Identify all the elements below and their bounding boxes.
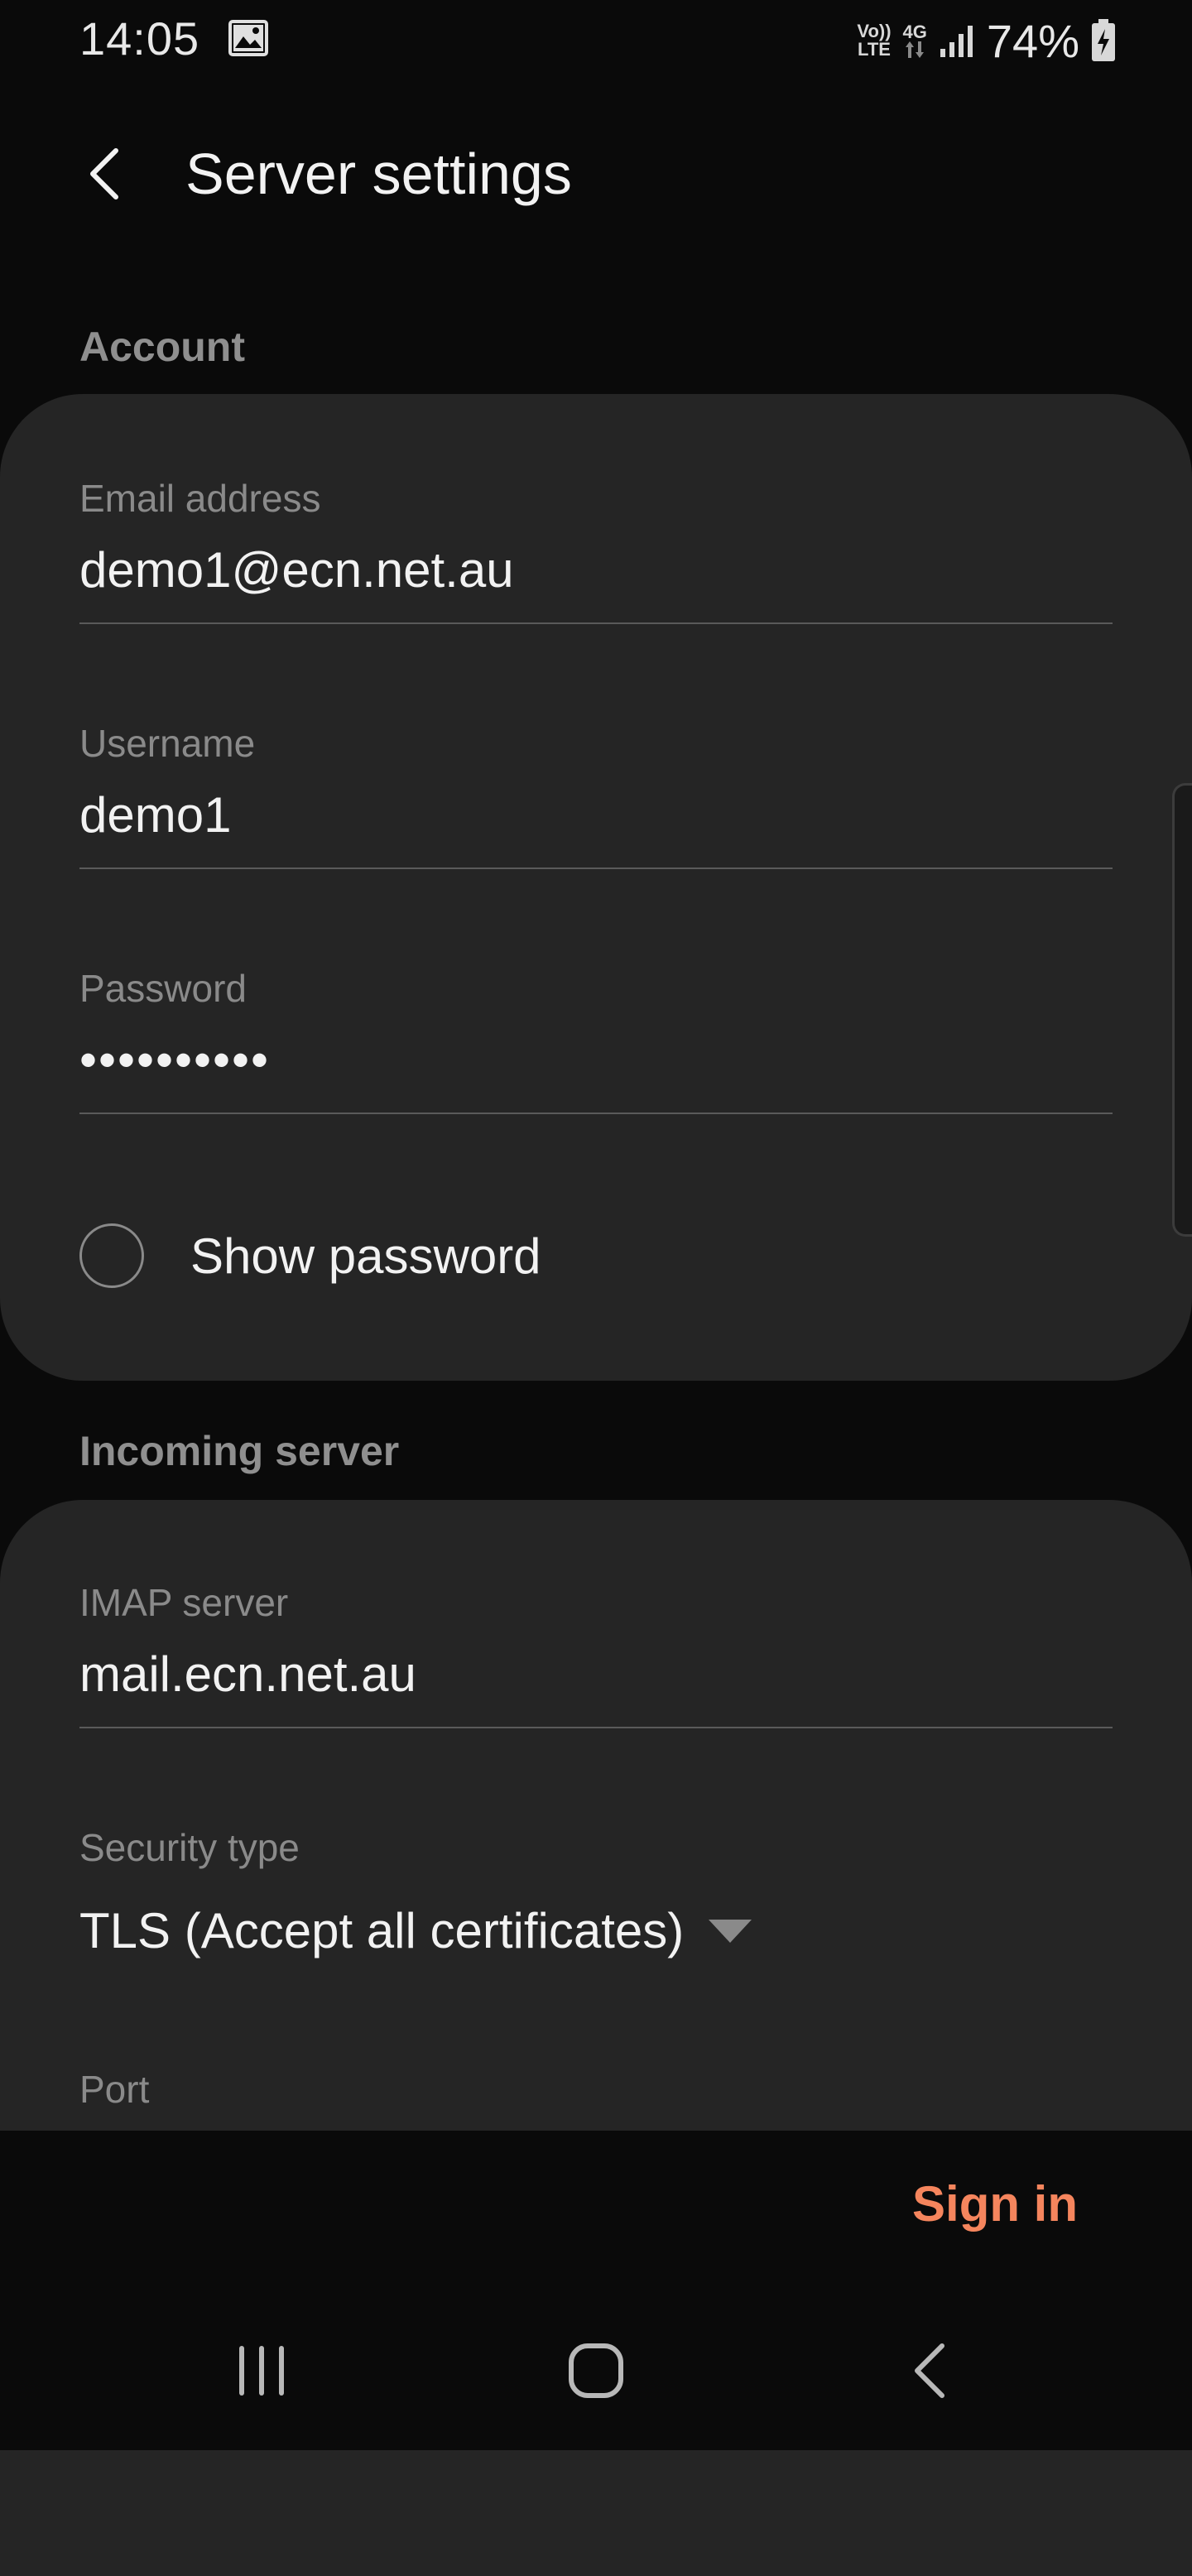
username-label: Username	[79, 722, 256, 765]
dropdown-arrow-icon	[709, 1919, 752, 1943]
status-time: 14:05	[79, 12, 200, 65]
battery-charging-icon	[1092, 19, 1115, 61]
recents-icon	[239, 2346, 284, 2396]
scrollbar[interactable]	[1172, 783, 1192, 1237]
status-bar: 14:05 Vo)) LTE 4G 74%	[0, 0, 1192, 79]
bottom-action-bar: Sign in	[0, 2131, 1192, 2296]
nav-back-icon	[915, 2343, 944, 2398]
email-underline	[79, 622, 1113, 624]
username-field[interactable]: Username demo1	[79, 718, 1113, 869]
home-icon	[569, 2343, 623, 2398]
recents-button[interactable]	[212, 2329, 311, 2412]
imap-input[interactable]: mail.ecn.net.au	[79, 1646, 1113, 1704]
checkbox-circle-icon[interactable]	[79, 1223, 144, 1288]
signal-icon	[940, 26, 973, 57]
nav-back-button[interactable]	[879, 2329, 978, 2412]
show-password-label[interactable]: Show password	[190, 1228, 541, 1285]
password-input[interactable]: ••••••••••	[79, 1031, 1113, 1089]
password-field[interactable]: Password ••••••••••	[79, 964, 1113, 1114]
imap-label: IMAP server	[79, 1581, 289, 1624]
username-input[interactable]: demo1	[79, 786, 1113, 844]
port-field[interactable]: Port	[79, 2064, 1113, 2114]
home-button[interactable]	[546, 2329, 646, 2412]
imap-underline	[79, 1727, 1113, 1728]
sign-in-button[interactable]: Sign in	[912, 2175, 1078, 2232]
show-password-checkbox[interactable]: Show password	[79, 1220, 541, 1291]
battery-percent: 74%	[986, 14, 1079, 67]
status-indicators: Vo)) LTE 4G 74%	[857, 12, 1116, 70]
password-underline	[79, 1113, 1113, 1114]
port-label: Port	[79, 2068, 150, 2111]
navigation-bar	[0, 2296, 1192, 2450]
volte-icon: Vo)) LTE	[857, 21, 892, 60]
back-button[interactable]	[70, 139, 139, 209]
security-dropdown[interactable]: TLS (Accept all certificates)	[79, 1902, 1113, 1959]
gallery-notification-icon	[228, 20, 268, 56]
security-label: Security type	[79, 1826, 300, 1869]
section-header-incoming: Incoming server	[79, 1428, 400, 1474]
email-label: Email address	[79, 477, 321, 520]
network-4g-icon: 4G	[903, 23, 927, 58]
email-input[interactable]: demo1@ecn.net.au	[79, 541, 1113, 599]
username-underline	[79, 867, 1113, 869]
app-bar: Server settings	[0, 108, 1192, 240]
security-type-field[interactable]: Security type TLS (Accept all certificat…	[79, 1823, 1113, 1959]
section-header-account: Account	[79, 324, 245, 370]
back-arrow-icon	[90, 148, 118, 199]
page-title: Server settings	[185, 142, 572, 206]
password-label: Password	[79, 967, 247, 1010]
imap-server-field[interactable]: IMAP server mail.ecn.net.au	[79, 1578, 1113, 1728]
email-field[interactable]: Email address demo1@ecn.net.au	[79, 473, 1113, 624]
security-value: TLS (Accept all certificates)	[79, 1903, 685, 1958]
